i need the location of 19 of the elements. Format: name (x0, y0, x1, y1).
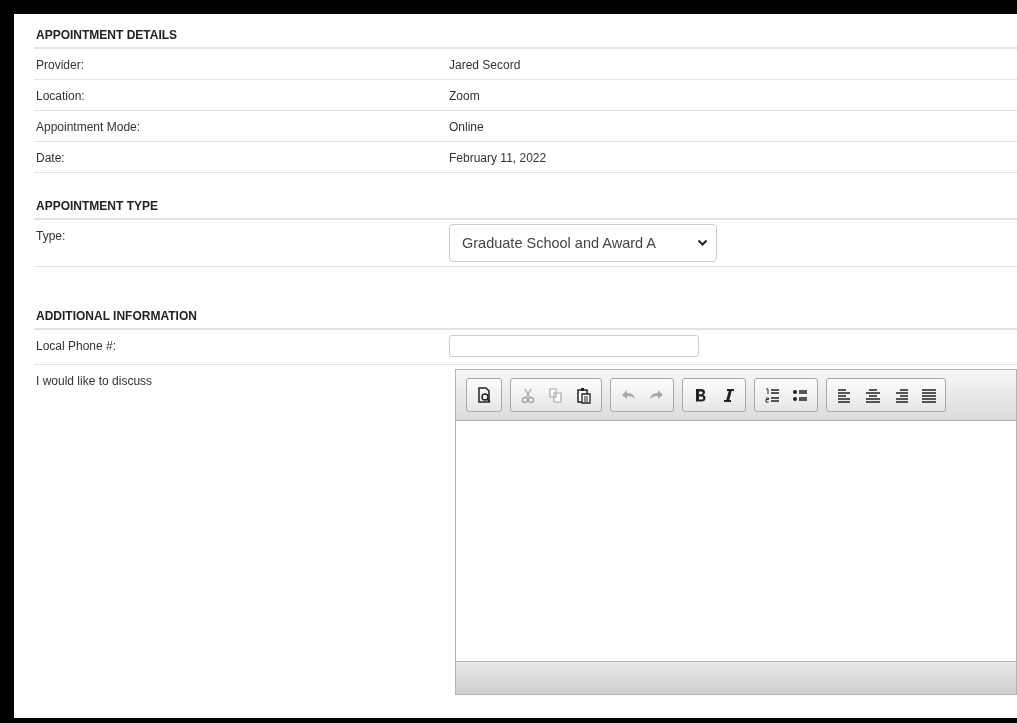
field-label: Date: (36, 151, 65, 165)
clipboard-icon (574, 385, 594, 405)
field-label: Location: (36, 89, 85, 103)
phone-input-field[interactable] (449, 335, 699, 357)
field-value: February 11, 2022 (449, 151, 547, 165)
field-label: Provider: (36, 58, 85, 72)
field-label: Type: (36, 229, 66, 243)
field-label: I would like to discuss (36, 374, 153, 388)
field-label: Local Phone #: (36, 339, 117, 353)
field-label: Appointment Mode: (36, 120, 141, 134)
section-heading: APPOINTMENT DETAILS (34, 14, 1017, 49)
section-heading: ADDITIONAL INFORMATION (34, 295, 1017, 330)
type-dropdown[interactable]: Graduate School and Award A (449, 224, 717, 262)
field-value: Jared Secord (449, 58, 521, 72)
field-value: Online (449, 120, 484, 134)
field-value: Zoom (449, 89, 480, 103)
section-heading: APPOINTMENT TYPE (34, 185, 1017, 220)
numbered-list-icon (762, 385, 782, 405)
chevron-down-icon (697, 239, 708, 247)
